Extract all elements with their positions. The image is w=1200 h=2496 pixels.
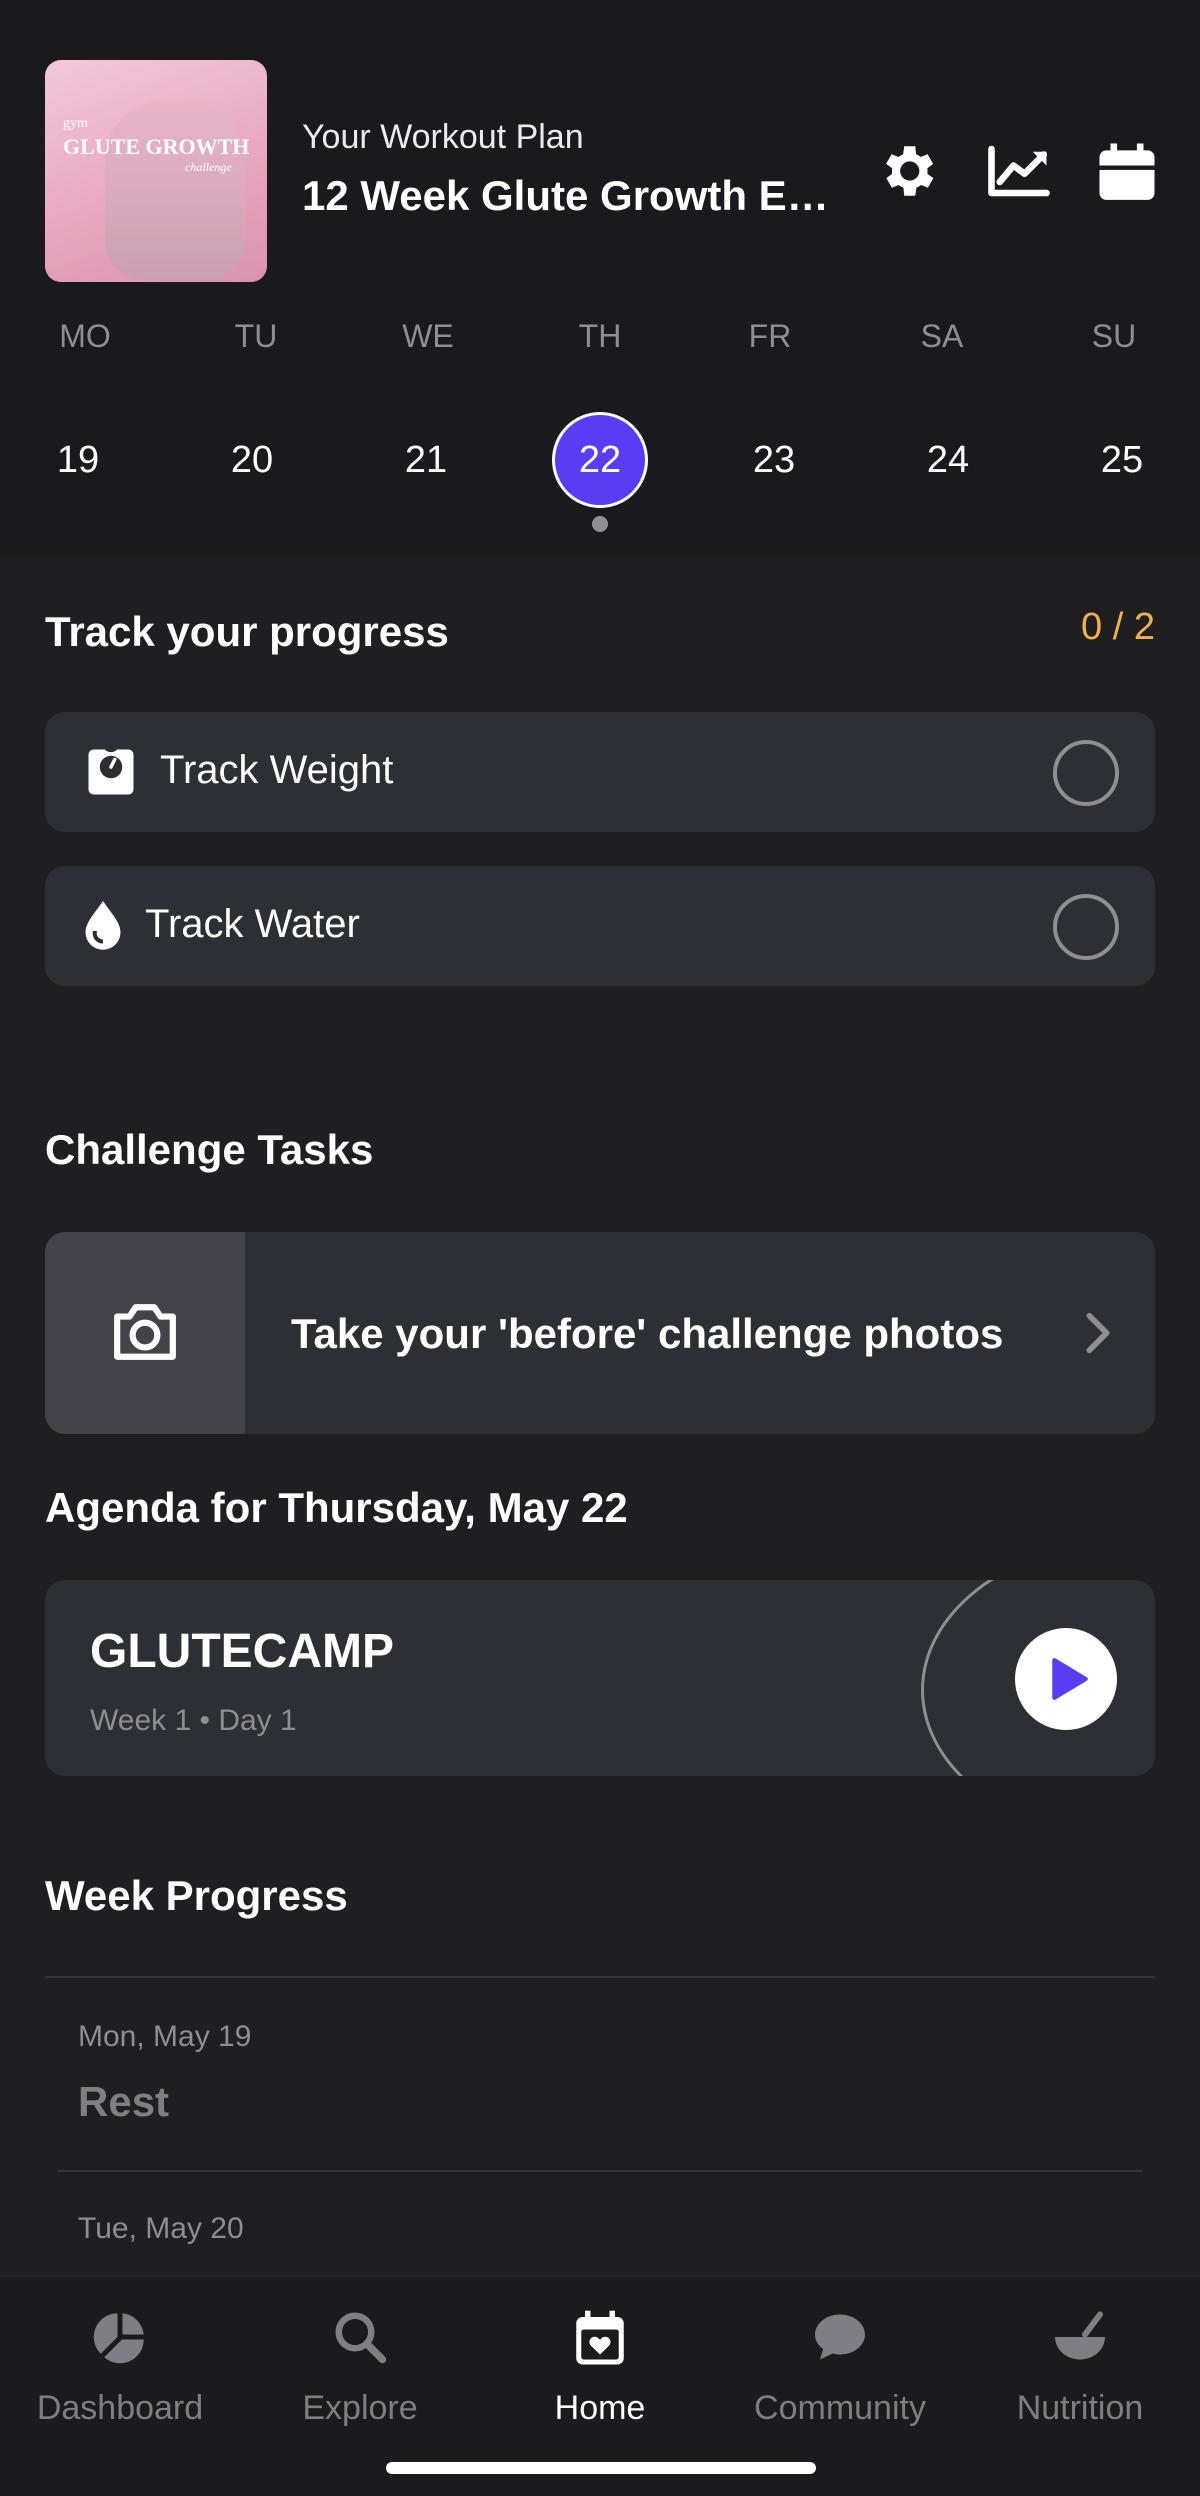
- tab-label: Nutrition: [1016, 2389, 1144, 2427]
- water-drop-icon: [85, 901, 121, 950]
- workout-name: GLUTECAMP: [90, 1625, 394, 1678]
- track-water-checkbox[interactable]: [1053, 894, 1119, 960]
- workout-meta: Week 1 • Day 1: [90, 1704, 297, 1737]
- date-item[interactable]: 20: [204, 412, 300, 508]
- weekday-label: SU: [1091, 318, 1137, 354]
- week-entry-date: Mon, May 19: [78, 2020, 252, 2053]
- track-progress-title: Track your progress: [45, 608, 449, 655]
- header: gym GLUTE GROWTH challenge Your Workout …: [0, 0, 1200, 556]
- date-item[interactable]: 23: [726, 412, 822, 508]
- thumbnail-figure: [105, 100, 245, 280]
- track-weight-card[interactable]: Track Weight: [45, 712, 1155, 832]
- week-entry-status[interactable]: Rest: [78, 2078, 169, 2126]
- date-selector: 19 20 21 22 23 24 25: [0, 412, 1200, 508]
- plan-subtitle: Your Workout Plan: [302, 118, 584, 156]
- tab-nutrition[interactable]: Nutrition: [960, 2277, 1200, 2437]
- camera-icon: [114, 1304, 176, 1360]
- tab-community[interactable]: Community: [720, 2277, 960, 2437]
- camera-icon-block: [45, 1232, 245, 1434]
- scale-icon: [88, 749, 134, 795]
- tab-label: Home: [554, 2389, 646, 2427]
- tab-label: Dashboard: [36, 2389, 204, 2427]
- play-icon: [1052, 1658, 1088, 1700]
- thumbnail-text-line1: gym: [63, 116, 88, 131]
- search-icon: [335, 2312, 387, 2364]
- bowl-icon: [1055, 2311, 1105, 2360]
- date-item-selected[interactable]: 22: [552, 412, 648, 508]
- calendar-heart-icon: [576, 2310, 624, 2365]
- date-item[interactable]: 24: [900, 412, 996, 508]
- track-water-label: Track Water: [145, 902, 360, 946]
- track-water-card[interactable]: Track Water: [45, 866, 1155, 986]
- weekday-label: FR: [748, 318, 792, 354]
- divider: [58, 2170, 1142, 2172]
- thumbnail-text-line2: GLUTE GROWTH: [63, 134, 250, 159]
- gear-icon[interactable]: [872, 138, 942, 204]
- chart-trend-icon[interactable]: [984, 138, 1054, 204]
- calendar-icon[interactable]: [1092, 138, 1162, 204]
- date-item[interactable]: 19: [30, 412, 126, 508]
- workout-agenda-card[interactable]: GLUTECAMP Week 1 • Day 1: [45, 1580, 1155, 1776]
- challenge-tasks-title: Challenge Tasks: [45, 1126, 374, 1173]
- date-item[interactable]: 21: [378, 412, 474, 508]
- weekday-label: MO: [59, 318, 111, 354]
- dashboard-pie-icon: [93, 2313, 144, 2364]
- weekday-label: TH: [578, 318, 622, 354]
- play-workout-button[interactable]: [1015, 1628, 1117, 1730]
- weekday-label: SA: [920, 318, 964, 354]
- weekday-labels: MO TU WE TH FR SA SU: [0, 318, 1200, 358]
- tab-label: Explore: [302, 2389, 418, 2427]
- tab-label: Community: [754, 2389, 926, 2427]
- date-item[interactable]: 25: [1074, 412, 1170, 508]
- tab-explore[interactable]: Explore: [240, 2277, 480, 2437]
- weekday-label: WE: [402, 318, 454, 354]
- week-entry-date: Tue, May 20: [78, 2212, 244, 2245]
- selected-date-dot: [592, 516, 608, 532]
- tab-home[interactable]: Home: [480, 2277, 720, 2437]
- before-photos-task-label: Take your 'before' challenge photos: [291, 1310, 1004, 1357]
- tab-dashboard[interactable]: Dashboard: [0, 2277, 240, 2437]
- plan-thumbnail[interactable]: gym GLUTE GROWTH challenge: [45, 60, 267, 282]
- track-weight-label: Track Weight: [160, 748, 394, 792]
- track-weight-checkbox[interactable]: [1053, 740, 1119, 806]
- progress-count: 0 / 2: [1081, 606, 1155, 648]
- thumbnail-text-line3: challenge: [185, 160, 232, 174]
- before-photos-task-card[interactable]: Take your 'before' challenge photos: [45, 1232, 1155, 1434]
- chevron-right-icon: [1086, 1312, 1110, 1354]
- agenda-title: Agenda for Thursday, May 22: [45, 1484, 628, 1531]
- chat-bubble-icon: [815, 2314, 865, 2360]
- divider: [45, 1976, 1155, 1978]
- home-indicator: [386, 2462, 816, 2474]
- week-progress-title: Week Progress: [45, 1872, 348, 1919]
- plan-title[interactable]: 12 Week Glute Growth Ex…: [302, 172, 832, 220]
- weekday-label: TU: [234, 318, 278, 354]
